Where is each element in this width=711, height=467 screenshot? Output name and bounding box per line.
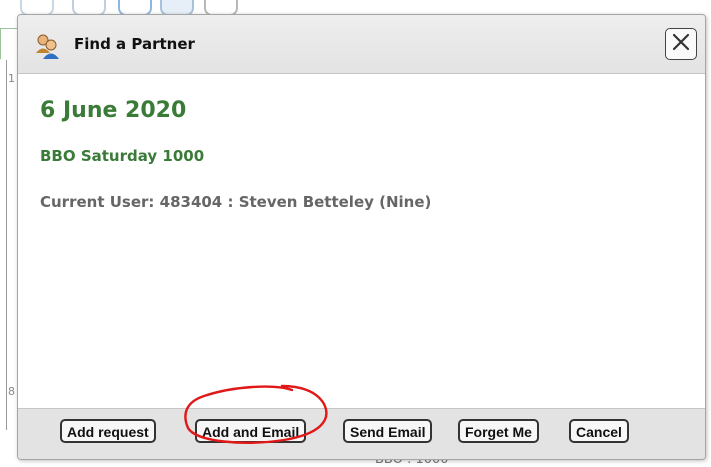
users-icon: [34, 33, 60, 59]
forget-me-button[interactable]: Forget Me: [458, 419, 539, 443]
background-text: 1: [8, 72, 15, 85]
session-date: 6 June 2020: [40, 98, 187, 123]
current-user: Current User: 483404 : Steven Betteley (…: [40, 193, 432, 211]
toolbar-icon: [20, 0, 54, 14]
background-divider: [6, 60, 7, 430]
dialog-titlebar: Find a Partner: [18, 15, 705, 74]
send-email-button[interactable]: Send Email: [343, 419, 433, 443]
event-name: BBO Saturday 1000: [40, 147, 205, 165]
dialog-footer: Add request Add and Email Send Email For…: [18, 408, 705, 459]
toolbar-icon: [204, 0, 238, 14]
background-frame: [0, 28, 17, 59]
dialog-content: 6 June 2020 BBO Saturday 1000 Current Us…: [18, 74, 705, 409]
cancel-button[interactable]: Cancel: [569, 419, 629, 443]
dialog-title: Find a Partner: [74, 35, 195, 53]
add-and-email-button[interactable]: Add and Email: [195, 419, 307, 443]
close-icon: [672, 33, 690, 55]
background-text: 8: [8, 385, 15, 398]
add-request-button[interactable]: Add request: [60, 419, 156, 443]
toolbar-icon: [118, 0, 152, 14]
toolbar-icon: [160, 0, 194, 14]
close-button[interactable]: [665, 28, 697, 60]
find-partner-dialog: Find a Partner 6 June 2020 BBO Saturday …: [17, 14, 706, 460]
background-toolbar: [0, 0, 711, 14]
toolbar-icon: [72, 0, 106, 14]
